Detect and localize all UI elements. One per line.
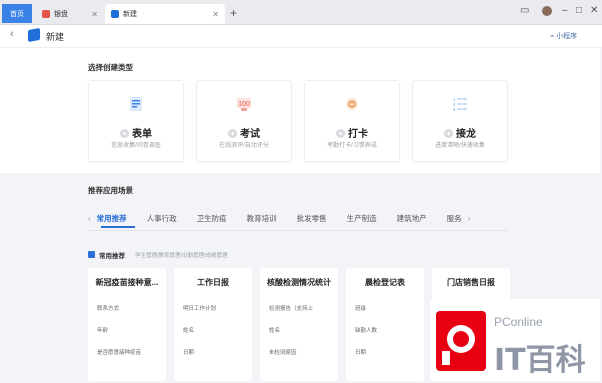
mini-program-label: 小程序 [556, 33, 578, 40]
template-title: 核酸检测情况统计 [267, 278, 331, 287]
scene-section-title: 推荐应用场景 [88, 186, 133, 195]
close-icon[interactable]: ✕ [212, 10, 219, 19]
template-field: 明日工作计划 [183, 306, 217, 312]
template-field: 联系方式 [97, 306, 120, 312]
maximize-icon[interactable]: □ [576, 5, 582, 16]
active-tab-indicator [101, 226, 135, 228]
filter-label: 常用推荐 [99, 253, 125, 260]
card-name: + 表单 [89, 125, 183, 140]
svg-text:3: 3 [453, 107, 456, 112]
category-tabs: ‹ 常用推荐 人事行政 卫生防疫 教育培训 批发零售 生产制造 建筑地产 服务 … [88, 210, 470, 226]
template-card[interactable]: 晨检登记表 班级 缺勤人数 日期 [346, 268, 424, 381]
tab-label: 银盘 [54, 11, 68, 18]
category-tab[interactable]: 服务 [447, 213, 462, 224]
template-title: 工作日报 [197, 278, 229, 287]
template-field: 日期 [355, 350, 367, 356]
avatar[interactable] [542, 6, 552, 16]
template-title: 新冠疫苗接种意... [95, 278, 159, 287]
card-desc: 在线测评/自动评分 [219, 143, 269, 149]
form-icon [130, 97, 142, 111]
app-logo-icon [28, 27, 40, 43]
add-icon: + [444, 129, 453, 138]
svg-text:100: 100 [238, 101, 250, 108]
watermark-brand: PConline [494, 315, 543, 329]
template-title: 晨检登记表 [365, 278, 405, 287]
template-card[interactable]: 工作日报 明日工作计划 姓名 日期 [174, 268, 252, 381]
template-title: 门店销售日报 [447, 278, 495, 287]
card-name: + 打卡 [305, 125, 399, 140]
create-section-title: 选择创建类型 [88, 63, 133, 72]
create-card-checkin[interactable]: + 打卡 考勤打卡/习惯养成 [304, 80, 400, 162]
category-tab[interactable]: 建筑地产 [397, 213, 427, 224]
card-desc: 进度清晰/快速收集 [435, 143, 485, 149]
page-header [0, 25, 602, 48]
new-tab-plus-icon[interactable]: + [230, 6, 237, 20]
mini-program-link[interactable]: ⌁ 小程序 [550, 31, 577, 41]
add-icon: + [228, 129, 237, 138]
sidebar-toggle-icon[interactable]: ▭ [520, 5, 529, 16]
create-card-chain[interactable]: 123 + 接龙 进度清晰/快速收集 [412, 80, 508, 162]
category-tab[interactable]: 批发零售 [297, 213, 327, 224]
app-icon [42, 10, 50, 18]
template-field: 是否愿意接种疫苗 [97, 350, 142, 356]
category-tab[interactable]: 教育培训 [247, 213, 277, 224]
page-title: 新建 [46, 32, 65, 42]
category-tab[interactable]: 生产制造 [347, 213, 377, 224]
template-field: 日期 [183, 350, 195, 356]
template-field: 未检测原因 [269, 350, 297, 356]
template-field: 年龄 [97, 328, 109, 334]
add-icon: + [120, 129, 129, 138]
card-desc: 信息收集/问卷调查 [111, 143, 161, 149]
category-tab[interactable]: 常用推荐 [97, 213, 127, 224]
template-field: 缺勤人数 [355, 328, 378, 334]
add-icon: + [336, 129, 345, 138]
template-field: 班级 [355, 306, 367, 312]
card-name: + 接龙 [413, 125, 507, 140]
watermark-name: IT百科 [494, 343, 586, 378]
template-card[interactable]: 核酸检测情况统计 检测报告（支持上 姓名 未检测原因 [260, 268, 338, 381]
tab-home[interactable]: 首页 [2, 4, 32, 23]
close-window-icon[interactable]: ✕ [590, 5, 598, 16]
watermark-logo: PConline IT百科 [430, 299, 600, 381]
chevron-right-icon[interactable]: › [468, 214, 471, 223]
filter-description: 学生管理/教育管理/出勤管理/成绩管理 [135, 253, 228, 259]
card-name: + 考试 [197, 125, 291, 140]
close-icon[interactable]: ✕ [91, 10, 98, 19]
filter-checkbox[interactable] [88, 251, 95, 258]
app-icon [111, 10, 119, 18]
category-tab[interactable]: 人事行政 [147, 213, 177, 224]
checkin-icon [346, 98, 358, 110]
template-field: 检测报告（支持上 [269, 306, 314, 312]
create-card-exam[interactable]: 100 + 考试 在线测评/自动评分 [196, 80, 292, 162]
chain-icon: 123 [453, 97, 467, 112]
exam-icon: 100 [237, 98, 251, 111]
tab-label: 新建 [123, 11, 137, 18]
template-field: 姓名 [269, 328, 281, 334]
divider [88, 230, 508, 231]
chevron-left-icon[interactable]: ‹ [88, 214, 91, 223]
tab-new[interactable]: 新建 ✕ [105, 4, 225, 24]
template-field: 姓名 [183, 328, 195, 334]
tab-yinpan[interactable]: 银盘 ✕ [36, 4, 104, 24]
card-desc: 考勤打卡/习惯养成 [327, 143, 377, 149]
template-card[interactable]: 新冠疫苗接种意... 联系方式 年龄 是否愿意接种疫苗 [88, 268, 166, 381]
back-arrow-icon[interactable]: ‹ [10, 28, 14, 40]
category-tab[interactable]: 卫生防疫 [197, 213, 227, 224]
create-card-form[interactable]: + 表单 信息收集/问卷调查 [88, 80, 184, 162]
minimize-icon[interactable]: – [562, 5, 568, 16]
